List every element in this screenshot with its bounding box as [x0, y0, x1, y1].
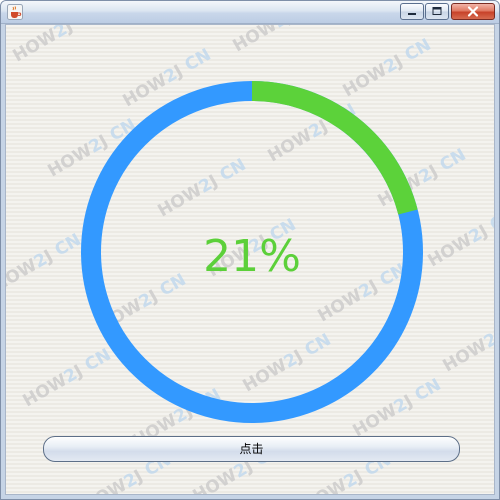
close-icon	[467, 6, 479, 17]
app-window: HOW2J CNHOW2J CNHOW2J CNHOW2J CNHOW2J CN…	[0, 0, 500, 500]
content-panel: HOW2J CNHOW2J CNHOW2J CNHOW2J CNHOW2J CN…	[5, 24, 495, 495]
java-cup-icon[interactable]	[7, 4, 23, 20]
close-button[interactable]	[451, 3, 495, 20]
maximize-button[interactable]	[425, 3, 449, 20]
maximize-icon	[432, 7, 442, 15]
minimize-button[interactable]	[400, 3, 424, 20]
progress-arc	[251, 81, 418, 215]
minimize-icon	[408, 13, 416, 15]
title-bar[interactable]	[1, 1, 499, 24]
click-button[interactable]: 点击	[43, 436, 460, 462]
progress-percent-label: 21%	[203, 231, 301, 282]
